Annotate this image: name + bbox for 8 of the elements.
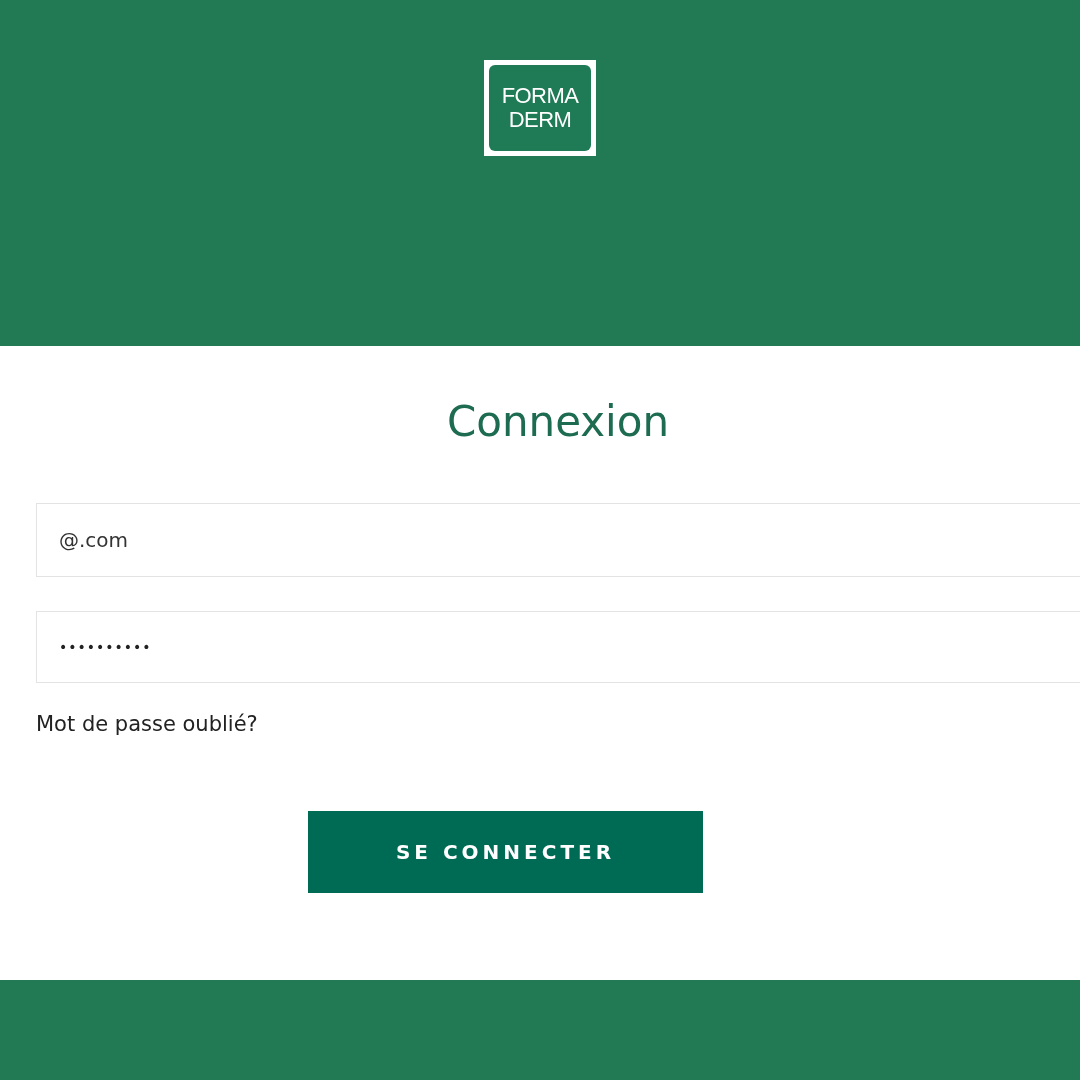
logo[interactable]: FORMA DERM	[484, 60, 596, 156]
forgot-password-link[interactable]: Mot de passe oublié?	[36, 709, 258, 741]
logo-text: DERM	[508, 108, 572, 132]
page-title: Connexion	[445, 396, 671, 448]
login-button[interactable]: SE CONNECTER	[308, 810, 703, 893]
email-field[interactable]: @.com	[36, 503, 1080, 577]
logo-text: FORMA	[501, 84, 579, 108]
password-field[interactable]: ••••••••••	[36, 611, 1080, 683]
